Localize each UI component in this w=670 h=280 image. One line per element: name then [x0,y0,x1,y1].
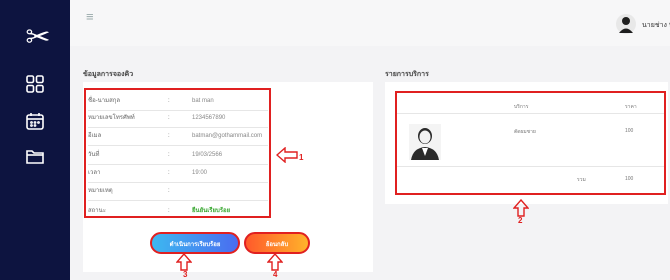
annotation-box-2 [395,91,666,195]
dashboard-icon[interactable] [25,74,45,94]
annotation-marker-3: 3 [183,270,188,279]
arrow-icon [176,253,192,271]
proceed-button[interactable]: ดำเนินการเรียบร้อย [150,232,240,254]
top-bar: ≡ นายช่าง ที [70,0,670,46]
annotation-marker-2: 2 [518,216,523,225]
hamburger-icon[interactable]: ≡ [86,10,94,24]
booking-section-title: ข้อมูลการจองคิว [83,71,134,78]
annotation-box-1 [84,88,271,218]
calendar-icon[interactable] [25,111,45,131]
user-avatar-icon[interactable] [616,13,636,35]
back-button[interactable]: ย้อนกลับ [244,232,310,254]
arrow-icon [276,147,298,163]
sidebar: ✂ [0,0,70,280]
arrow-icon [267,253,283,271]
scissors-icon[interactable]: ✂ [20,20,56,56]
service-section-title: รายการบริการ [385,71,429,78]
folder-icon[interactable] [25,146,45,166]
annotation-marker-4: 4 [273,270,278,279]
annotation-marker-1: 1 [299,153,304,162]
arrow-icon [513,199,529,217]
user-name[interactable]: นายช่าง ที [642,20,670,31]
